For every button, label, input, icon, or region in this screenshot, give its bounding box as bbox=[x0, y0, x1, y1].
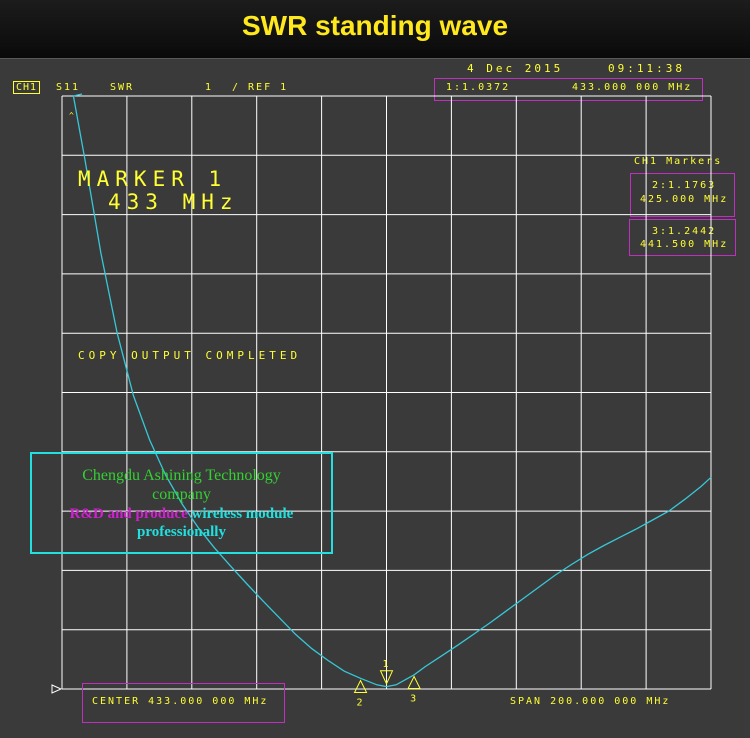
company-line4: professionally bbox=[137, 524, 226, 540]
company-line2: company bbox=[152, 486, 211, 503]
reference-arrow bbox=[51, 684, 63, 694]
marker-1-label: 1 bbox=[383, 659, 389, 670]
marker-label-line2: 433 MHz bbox=[108, 190, 239, 214]
marker-2-triangle bbox=[353, 679, 368, 694]
marker-3-label: 3 bbox=[410, 694, 416, 705]
company-line3-b: wireless module bbox=[187, 506, 294, 522]
span-label: SPAN 200.000 000 MHz bbox=[510, 696, 671, 707]
marker-label-line1: MARKER 1 bbox=[78, 167, 228, 191]
company-line3-a: R&D and produce bbox=[69, 506, 188, 522]
swr-chart: ^ 1 2 3 bbox=[51, 93, 712, 709]
status-message: COPY OUTPUT COMPLETED bbox=[78, 349, 302, 362]
company-line3: R&D and produce wireless module bbox=[32, 506, 331, 523]
company-line1: Chengdu Ashining Technology bbox=[82, 467, 281, 484]
marker-small-label: ^ bbox=[69, 111, 74, 120]
center-label: CENTER 433.000 000 MHz bbox=[92, 696, 269, 707]
marker-3-triangle bbox=[407, 675, 421, 690]
marker-2-label: 2 bbox=[357, 698, 363, 709]
company-box: Chengdu Ashining Technology company R&D … bbox=[30, 452, 333, 554]
